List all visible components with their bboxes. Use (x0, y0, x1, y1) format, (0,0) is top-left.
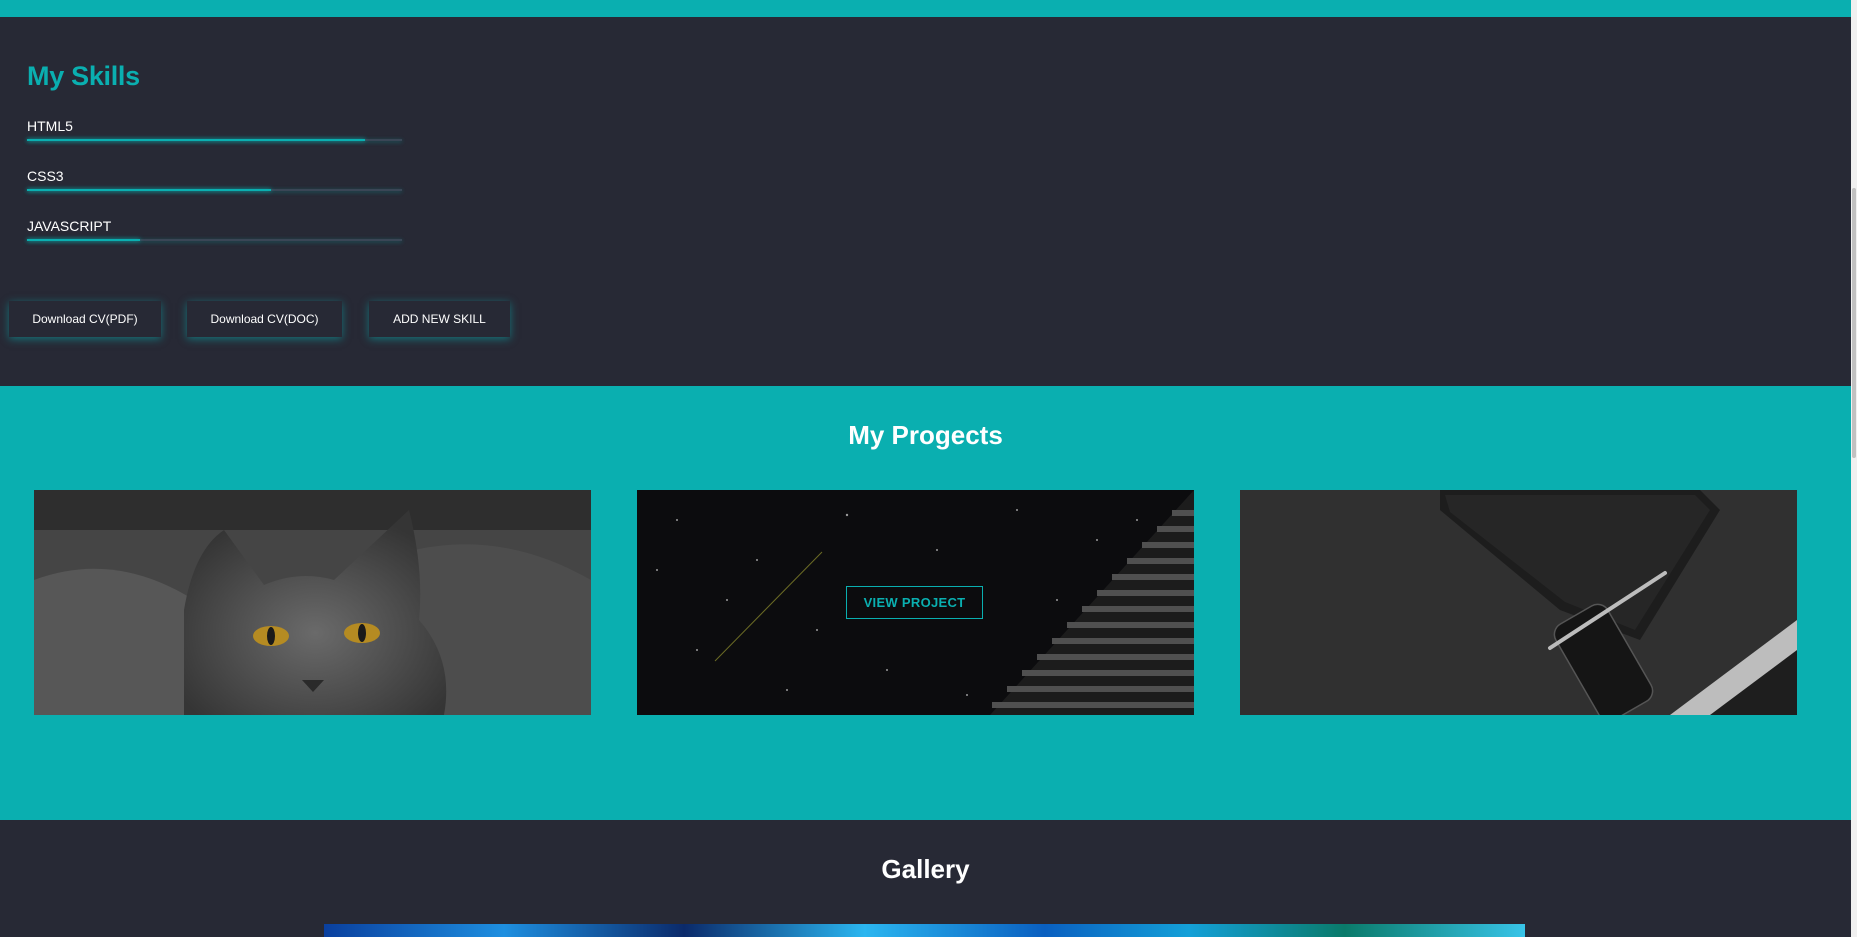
skill-progress-fill (27, 189, 271, 191)
cat-image (34, 490, 591, 715)
skill-progress-bar (27, 189, 402, 191)
skills-section: My Skills HTML5 CSS3 JAVASCRIPT Download… (0, 17, 1857, 386)
skill-label: HTML5 (27, 118, 73, 134)
skill-javascript: JAVASCRIPT (27, 218, 402, 241)
skills-title: My Skills (27, 61, 140, 91)
projects-section: My Progects VIEW PROJECT (0, 386, 1857, 820)
skill-progress-bar (27, 139, 402, 141)
skill-label: JAVASCRIPT (27, 218, 112, 234)
page-scrollbar[interactable] (1851, 0, 1857, 937)
view-project-button[interactable]: VIEW PROJECT (846, 586, 983, 619)
desk-image (1240, 490, 1797, 715)
projects-title: My Progects (848, 420, 1003, 450)
skill-html5: HTML5 (27, 118, 402, 141)
project-card-cat[interactable] (34, 490, 591, 715)
skill-progress-fill (27, 239, 140, 241)
gallery-section: Gallery (0, 820, 1857, 937)
skill-progress-fill (27, 139, 365, 141)
gallery-title: Gallery (881, 854, 970, 884)
top-accent-strip (0, 0, 1857, 17)
skill-css3: CSS3 (27, 168, 402, 191)
download-cv-doc-button[interactable]: Download CV(DOC) (187, 301, 342, 337)
download-cv-pdf-button[interactable]: Download CV(PDF) (9, 301, 161, 337)
skill-label: CSS3 (27, 168, 64, 184)
project-card-stairs[interactable]: VIEW PROJECT (637, 490, 1194, 715)
gallery-image[interactable] (324, 924, 1525, 937)
skill-progress-bar (27, 239, 402, 241)
scrollbar-thumb[interactable] (1852, 188, 1856, 458)
add-new-skill-button[interactable]: ADD NEW SKILL (369, 301, 510, 337)
project-card-desk[interactable] (1240, 490, 1797, 715)
